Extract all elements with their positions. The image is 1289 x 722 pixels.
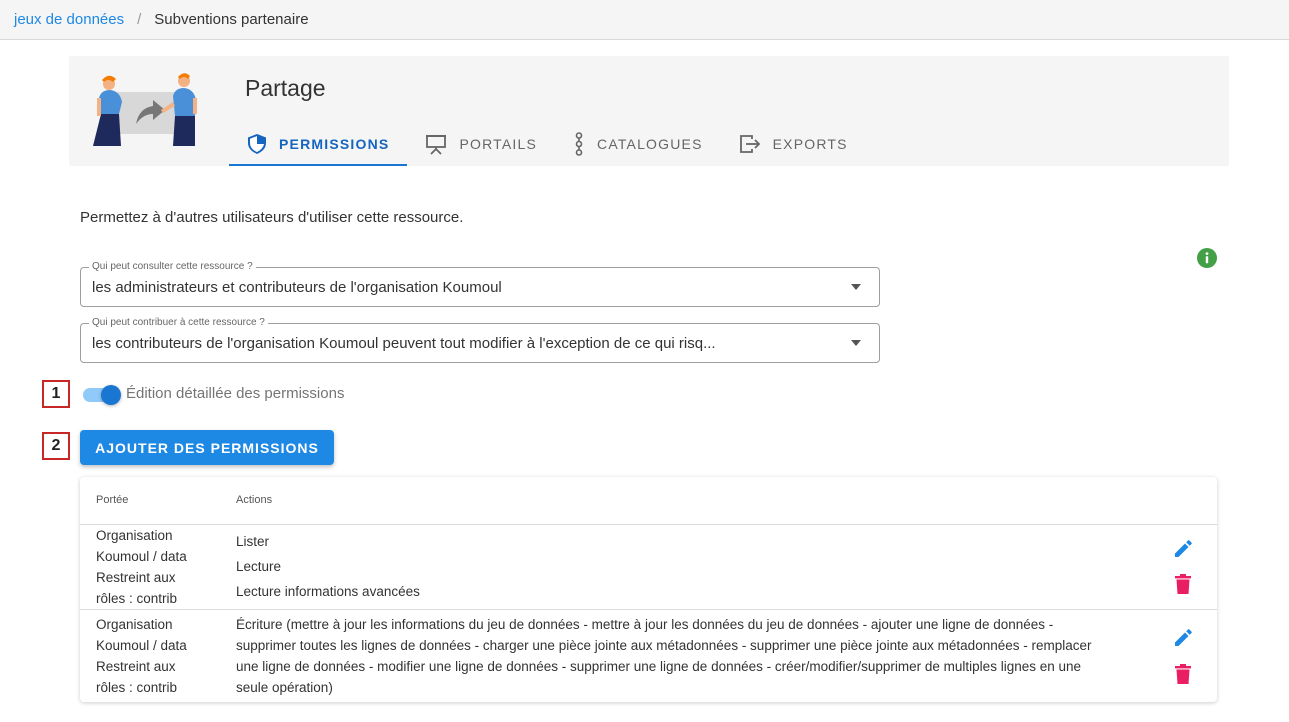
scope-line: Organisation (96, 617, 173, 632)
write-access-value: les contributeurs de l'organisation Koum… (92, 335, 716, 352)
write-access-select[interactable]: Qui peut contribuer à cette ressource ? … (80, 316, 880, 363)
scope-line: rôles : contrib (96, 591, 178, 606)
presentation-icon (426, 135, 447, 155)
toggle-thumb (101, 385, 121, 405)
detailed-permissions-toggle[interactable] (83, 385, 121, 405)
table-row-2-actions: Écriture (mettre à jour les informations… (236, 617, 1092, 695)
read-access-label: Qui peut consulter cette ressource ? (89, 260, 256, 274)
shield-icon (248, 134, 266, 154)
sharing-tabs: Permissions Portails Catalogues (229, 122, 866, 166)
intro-text: Permettez à d'autres utilisateurs d'util… (80, 209, 464, 226)
table-row-divider (80, 609, 1217, 610)
table-row-1-scope: Organisation Koumoul / data Restreint au… (96, 525, 216, 609)
nodes-icon (575, 132, 583, 156)
action-item: Lister (236, 534, 270, 549)
info-icon[interactable] (1197, 248, 1217, 268)
scope-line: rôles : contrib (96, 680, 178, 695)
table-header-divider (80, 524, 1217, 525)
delete-icon[interactable] (1175, 664, 1191, 684)
breadcrumb-separator: / (137, 11, 142, 28)
scope-line: Restreint aux (96, 570, 176, 585)
caret-down-icon (851, 284, 861, 290)
tab-exports-label: Exports (772, 136, 848, 152)
tab-catalogues[interactable]: Catalogues (555, 122, 721, 166)
permissions-table: Portée Actions Organisation Koumoul / da… (80, 477, 1217, 702)
scope-line: Koumoul / data (96, 638, 187, 653)
edit-icon[interactable] (1173, 628, 1193, 648)
table-row-1-actions: Lister Lecture Lecture informations avan… (236, 529, 420, 604)
tab-permissions-label: Permissions (279, 136, 390, 152)
scope-line: Organisation (96, 528, 173, 543)
detailed-permissions-label: Édition détaillée des permissions (126, 385, 345, 402)
scope-line: Restreint aux (96, 659, 176, 674)
tab-portails-label: Portails (459, 136, 538, 152)
breadcrumb-link-datasets[interactable]: jeux de données (14, 11, 124, 28)
delete-icon[interactable] (1175, 574, 1191, 594)
tab-exports[interactable]: Exports (721, 122, 866, 166)
tab-catalogues-label: Catalogues (597, 136, 703, 152)
breadcrumb: jeux de données / Subventions partenaire (0, 0, 1289, 40)
tab-permissions[interactable]: Permissions (229, 122, 408, 166)
page-title: Partage (245, 75, 326, 101)
edit-icon[interactable] (1173, 539, 1193, 559)
action-item: Lecture (236, 559, 282, 574)
add-permissions-button[interactable]: Ajouter des permissions (80, 430, 334, 465)
breadcrumb-current: Subventions partenaire (154, 11, 309, 28)
tab-portails[interactable]: Portails (407, 122, 555, 166)
column-header-scope: Portée (96, 494, 129, 506)
read-access-select[interactable]: Qui peut consulter cette ressource ? les… (80, 260, 880, 307)
write-access-label: Qui peut contribuer à cette ressource ? (89, 316, 268, 330)
step-marker-1: 1 (42, 380, 70, 408)
sharing-illustration (93, 73, 197, 146)
action-item: Lecture informations avancées (236, 584, 420, 599)
export-icon (739, 135, 760, 153)
caret-down-icon (851, 340, 861, 346)
table-row-2-scope: Organisation Koumoul / data Restreint au… (96, 614, 216, 698)
step-marker-2: 2 (42, 432, 70, 460)
scope-line: Koumoul / data (96, 549, 187, 564)
header-card: Partage Permissions Portails (69, 56, 1229, 166)
read-access-value: les administrateurs et contributeurs de … (92, 279, 502, 296)
column-header-actions: Actions (236, 494, 273, 506)
